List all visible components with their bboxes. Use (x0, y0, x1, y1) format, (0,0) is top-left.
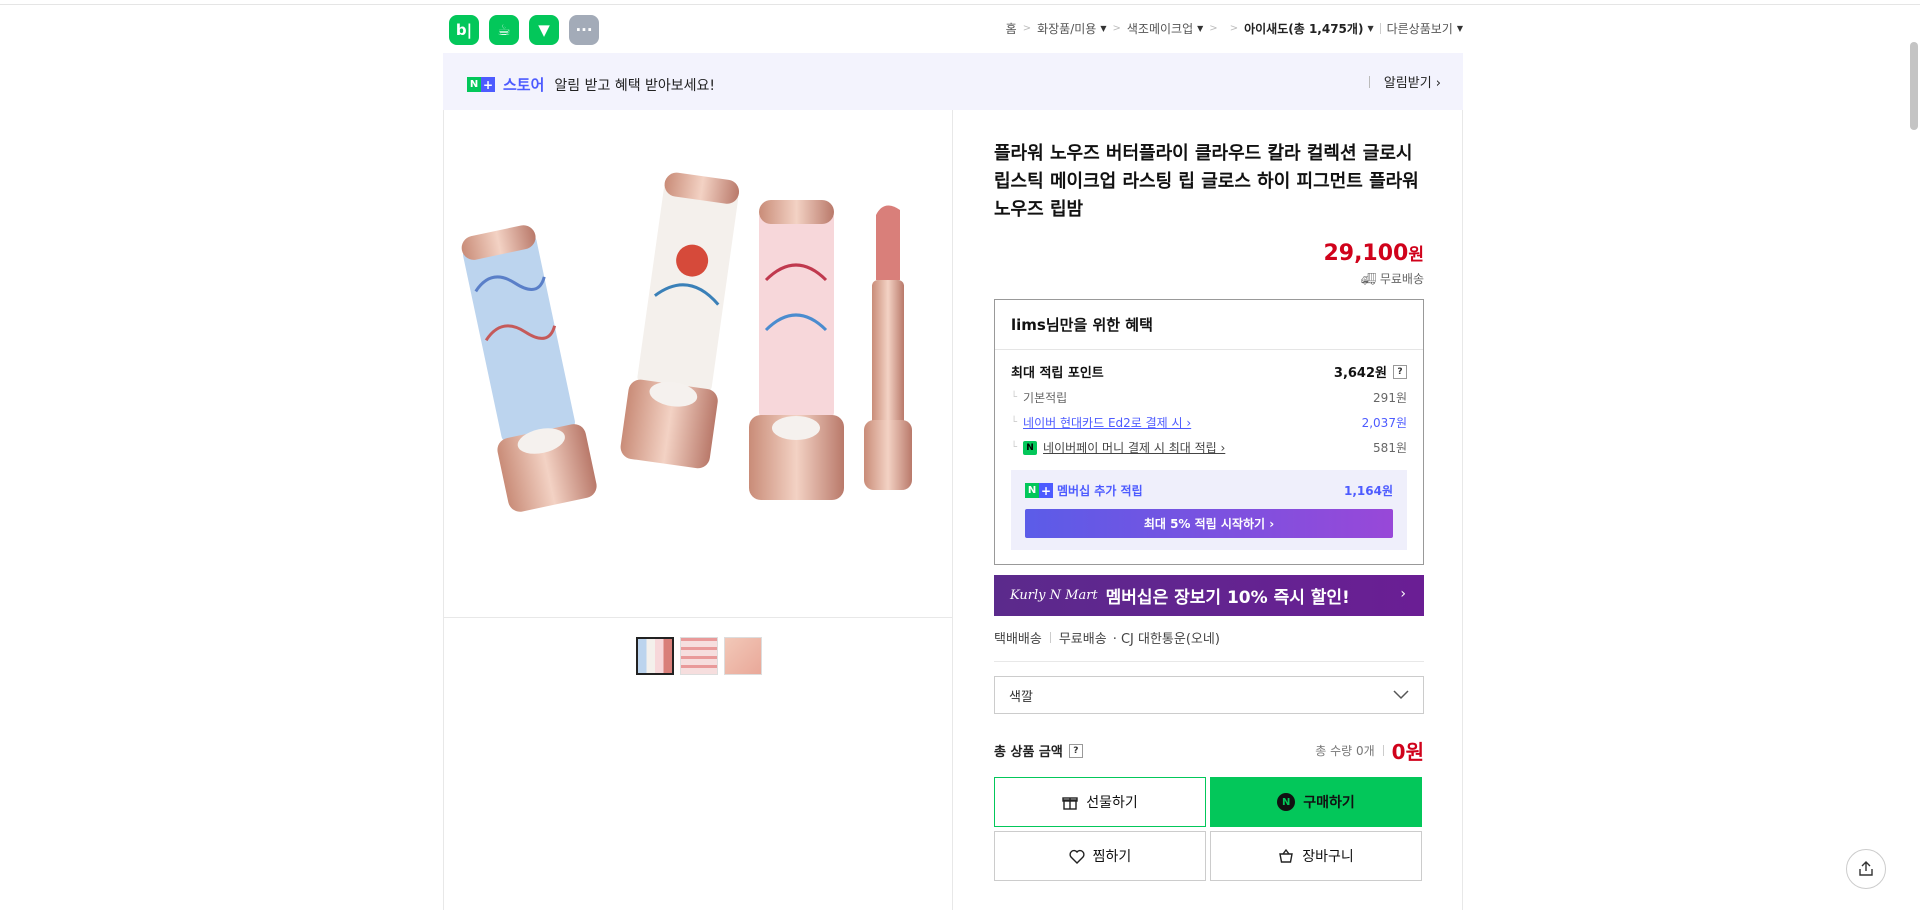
delivery-info: 택배배송 무료배송 · CJ 대한통운(오네) (994, 628, 1424, 662)
breadcrumb-home[interactable]: 홈 (1006, 20, 1017, 37)
npay-benefit-link[interactable]: 네이버페이 머니 결제 시 최대 적립 › (1043, 439, 1225, 456)
more-apps-icon[interactable]: ··· (569, 15, 599, 45)
divider (1379, 23, 1381, 34)
npay-icon: N (1023, 440, 1038, 455)
wishlist-button[interactable]: 찜하기 (994, 831, 1206, 881)
chevron-down-icon (1393, 690, 1409, 700)
points-row-npay: └ N 네이버페이 머니 결제 시 최대 적립 › 581원 (1011, 439, 1407, 456)
points-row-card: └ 네이버 현대카드 Ed2로 결제 시 › 2,037원 (1011, 414, 1407, 431)
share-button[interactable] (1846, 849, 1886, 889)
product-price: 29,100원 (1323, 241, 1424, 266)
breadcrumb-sep-icon: > (1112, 23, 1121, 34)
card-benefit-link[interactable]: 네이버 현대카드 Ed2로 결제 시 › (1023, 414, 1191, 431)
divider (1382, 745, 1384, 756)
naver-plus-icon: N + (1025, 483, 1053, 498)
banner-text: 멤버십은 장보기 10% 즉시 할인! (1105, 588, 1350, 608)
gift-icon (1062, 797, 1078, 810)
cart-button[interactable]: 장바구니 (1210, 831, 1422, 881)
benefit-heading: lims님만을 위한 혜택 (995, 300, 1423, 350)
store-notice-bar: N + 스토어 알림 받고 혜택 받아보세요! 알림받기 › (443, 53, 1463, 110)
divider (1049, 632, 1051, 643)
shipping-info: 🚚︎ 무료배송 (1360, 272, 1424, 286)
blog-app-icon[interactable]: b| (449, 15, 479, 45)
thumbnail-3[interactable] (724, 637, 762, 675)
page-scrollbar[interactable] (1910, 42, 1918, 130)
basket-icon (1279, 848, 1294, 863)
breadcrumb-category-2[interactable]: 색조메이크업 (1127, 20, 1193, 37)
heart-icon (1069, 849, 1085, 864)
breadcrumb: 홈 > 화장품/미용 ▼ > 색조메이크업 ▼ > > 아이새도(총 1,475… (1006, 20, 1463, 37)
thumbnail-2[interactable] (680, 637, 718, 675)
breadcrumb-sep-icon: > (1209, 23, 1218, 34)
points-row-basic: └ 기본적립 291원 (1011, 391, 1407, 405)
page-wrapper: b| ☕ ▼ ··· 홈 > 화장품/미용 ▼ > 색조메이크업 ▼ > > 아… (443, 5, 1463, 910)
store-logo: N + 스토어 알림 받고 혜택 받아보세요! (467, 74, 715, 95)
membership-row: N + 멤버십 추가 적립 1,164원 (1025, 482, 1393, 499)
top-bar: b| ☕ ▼ ··· 홈 > 화장품/미용 ▼ > 색조메이크업 ▼ > > 아… (443, 5, 1463, 53)
store-name: 스토어 (503, 76, 545, 94)
app-icons: b| ☕ ▼ ··· (449, 15, 599, 45)
divider (1368, 75, 1370, 88)
buy-button[interactable]: N 구매하기 (1210, 777, 1422, 827)
naver-pay-icon: N (1277, 793, 1296, 811)
gift-button[interactable]: 선물하기 (994, 777, 1206, 827)
product-title: 플라워 노우즈 버터플라이 클라우드 칼라 컬렉션 글로시 립스틱 메이크업 라… (994, 143, 1419, 220)
color-option-select[interactable]: 색깔 (994, 676, 1424, 714)
product-info: 플라워 노우즈 버터플라이 클라우드 칼라 컬렉션 글로시 립스틱 메이크업 라… (994, 110, 1424, 881)
bookmark-app-icon[interactable]: ▼ (529, 15, 559, 45)
membership-box: N + 멤버십 추가 적립 1,164원 최대 5% 적립 시작하기 › (1011, 470, 1407, 550)
lipstick-illustration (461, 172, 912, 512)
thumbnail-strip (636, 637, 762, 675)
chevron-right-icon: › (1400, 586, 1406, 602)
caret-down-icon: ▼ (1100, 24, 1107, 33)
subscribe-area: 알림받기 › (1368, 72, 1441, 91)
breadcrumb-sep-icon: > (1022, 23, 1032, 34)
breadcrumb-current[interactable]: 아이새도(총 1,475개) (1244, 20, 1363, 37)
help-icon[interactable]: ? (1393, 364, 1407, 379)
breadcrumb-category-1[interactable]: 화장품/미용 (1037, 20, 1096, 37)
truck-icon: 🚚︎ (1360, 272, 1380, 286)
action-buttons: 선물하기 N 구매하기 찜하기 장바구니 (994, 777, 1424, 881)
max-points-row: 최대 적립 포인트 3,642원? (995, 362, 1423, 381)
total-price-row: 총 상품 금액? 총 수량 0개 0원 (994, 740, 1424, 764)
help-icon[interactable]: ? (1068, 743, 1083, 758)
store-message: 알림 받고 혜택 받아보세요! (554, 77, 716, 94)
benefit-box: lims님만을 위한 혜택 최대 적립 포인트 3,642원? └ 기본적립 29… (994, 299, 1424, 565)
product-image[interactable] (444, 110, 952, 618)
share-icon (1859, 861, 1873, 876)
membership-start-button[interactable]: 최대 5% 적립 시작하기 › (1025, 509, 1393, 538)
subscribe-button[interactable]: 알림받기 › (1384, 72, 1441, 91)
other-products-link[interactable]: 다른상품보기 (1387, 20, 1453, 37)
caret-down-icon: ▼ (1456, 24, 1463, 33)
product-gallery (444, 110, 953, 910)
caret-down-icon: ▼ (1197, 24, 1204, 33)
kurly-mart-logo: Kurly N Mart (1010, 588, 1098, 603)
naver-plus-icon: N + (467, 77, 495, 92)
caret-down-icon: ▼ (1367, 24, 1374, 33)
product-main: 플라워 노우즈 버터플라이 클라우드 칼라 컬렉션 글로시 립스틱 메이크업 라… (443, 110, 1463, 910)
kurly-mart-banner[interactable]: Kurly N Mart 멤버십은 장보기 10% 즉시 할인! › (994, 575, 1424, 616)
thumbnail-1[interactable] (636, 637, 674, 675)
breadcrumb-sep-icon: > (1229, 23, 1239, 34)
cafe-app-icon[interactable]: ☕ (489, 15, 519, 45)
